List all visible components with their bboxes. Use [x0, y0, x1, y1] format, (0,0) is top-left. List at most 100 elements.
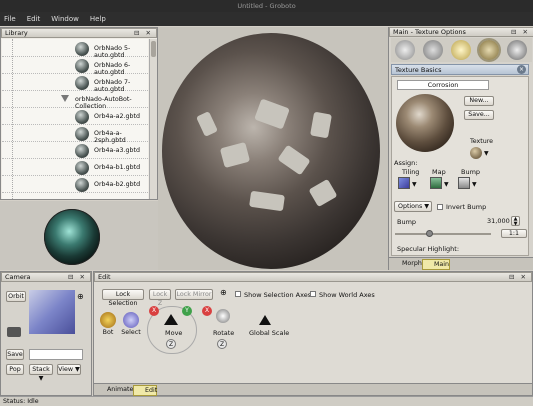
- library-preview: [0, 201, 158, 270]
- texture-panel-title: Main - Texture Options: [393, 28, 466, 36]
- move-label: Move: [165, 329, 183, 337]
- edit-header: Edit ⊟ ✕: [94, 272, 532, 282]
- global-scale-label: Global Scale: [249, 329, 290, 337]
- global-scale-icon[interactable]: [259, 315, 271, 325]
- viewport-3d[interactable]: [158, 27, 388, 270]
- menu-window[interactable]: Window: [51, 15, 79, 23]
- tab-morph[interactable]: Morph: [391, 259, 422, 270]
- panel-controls-icon[interactable]: ⊟ ✕: [509, 273, 528, 282]
- show-selection-axes-checkbox[interactable]: [235, 291, 241, 297]
- camera-save-field[interactable]: [29, 349, 83, 360]
- texture-basics-body: Corrosion New... Save... Texture ▼ Assig…: [391, 76, 529, 256]
- texture-type-icon-active[interactable]: [479, 40, 499, 60]
- bump-spinner[interactable]: ▲ ▼: [511, 216, 520, 227]
- library-item[interactable]: OrbNado 5-auto.gbtd: [2, 41, 148, 59]
- lock-selection-button[interactable]: Lock Selection: [102, 289, 144, 307]
- ratio-button[interactable]: 1:1: [501, 229, 527, 238]
- texture-type-icon-5[interactable]: [507, 40, 527, 60]
- camera-icon[interactable]: [7, 327, 21, 337]
- rotate-icon[interactable]: [216, 309, 230, 323]
- texture-type-icon-2[interactable]: [423, 40, 443, 60]
- zoom-icon[interactable]: ⊕: [77, 292, 84, 301]
- chevron-down-icon[interactable]: ▼: [444, 181, 449, 188]
- panel-controls-icon[interactable]: ⊟ ✕: [68, 273, 87, 282]
- library-item[interactable]: Orb4a-a-2sph.gbtd: [2, 126, 148, 144]
- camera-save-button[interactable]: Save: [6, 349, 24, 360]
- texture-basics-title: Texture Basics: [395, 66, 442, 74]
- move-arrow-icon[interactable]: [164, 314, 178, 325]
- move-z-axis[interactable]: Z: [166, 339, 176, 349]
- map-icon[interactable]: [430, 177, 442, 189]
- chevron-down-icon[interactable]: ▼: [412, 181, 417, 188]
- pop-button[interactable]: Pop: [6, 364, 24, 375]
- bot-tool[interactable]: Bot: [98, 312, 118, 336]
- lock-mirror-button[interactable]: Lock Mirror: [175, 289, 213, 300]
- library-item[interactable]: Orb4a-b2.gbtd: [2, 177, 148, 193]
- item-thumbnail: [75, 178, 89, 192]
- library-item[interactable]: Orb4a-b1.gbtd: [2, 160, 148, 176]
- select-tool[interactable]: Select: [121, 312, 141, 336]
- library-scrollbar[interactable]: [149, 39, 157, 199]
- library-item[interactable]: OrbNado 7-auto.gbtd: [2, 75, 148, 93]
- expand-triangle-icon[interactable]: [61, 95, 69, 102]
- texture-swatch-icon[interactable]: [470, 147, 482, 159]
- stack-dropdown[interactable]: Stack ▼: [29, 364, 53, 382]
- texture-panel: Main - Texture Options ⊟ ✕ Texture Basic…: [388, 27, 533, 270]
- menu-file[interactable]: File: [4, 15, 16, 23]
- tab-edit[interactable]: Edit: [133, 385, 157, 396]
- orb-gap: [310, 111, 332, 139]
- library-item[interactable]: OrbNado 6-auto.gbtd: [2, 58, 148, 76]
- scroll-thumb[interactable]: [151, 41, 156, 57]
- close-icon[interactable]: ×: [517, 65, 526, 74]
- move-y-axis[interactable]: Y: [182, 306, 192, 316]
- window-title: Untitled - Groboto: [0, 0, 533, 12]
- library-item[interactable]: Orb4a-a2.gbtd: [2, 109, 148, 125]
- library-header: Library ⊟ ✕: [1, 28, 157, 38]
- save-texture-button[interactable]: Save...: [464, 110, 494, 120]
- view-dropdown[interactable]: View ▼: [57, 364, 81, 375]
- panel-controls-icon[interactable]: ⊟ ✕: [134, 29, 153, 38]
- library-group[interactable]: orbNado-AutoBot-Collection: [2, 92, 148, 110]
- bump-slider-track[interactable]: [395, 233, 491, 235]
- texture-label: Texture: [470, 138, 494, 145]
- orbit-button[interactable]: Orbit: [6, 291, 26, 302]
- chevron-down-icon[interactable]: ▼: [472, 181, 477, 188]
- bump-icon[interactable]: [458, 177, 470, 189]
- edit-panel: Edit ⊟ ✕ Lock Selection Lock Z Lock Mirr…: [93, 271, 533, 396]
- bump-value[interactable]: 31,000: [487, 217, 510, 225]
- texture-type-icon-1[interactable]: [395, 40, 415, 60]
- tiling-icon[interactable]: [398, 177, 410, 189]
- zoom-icon[interactable]: ⊕: [220, 288, 227, 297]
- tab-main-label: Main: [434, 261, 450, 268]
- move-x-axis[interactable]: X: [149, 306, 159, 316]
- tab-animate[interactable]: Animate: [96, 385, 133, 396]
- lock-z-button[interactable]: Lock Z: [149, 289, 171, 307]
- camera-cube-icon[interactable]: [29, 290, 75, 334]
- options-dropdown[interactable]: Options ▼: [394, 201, 432, 212]
- menu-help[interactable]: Help: [90, 15, 106, 23]
- bump-slider-knob[interactable]: [425, 230, 433, 237]
- tab-main[interactable]: Main: [422, 259, 450, 270]
- panel-controls-icon[interactable]: ⊟ ✕: [511, 28, 530, 37]
- library-item[interactable]: Orb4a-a3.gbtd: [2, 143, 148, 159]
- invert-bump-checkbox[interactable]: [437, 204, 443, 210]
- orb-model[interactable]: [162, 33, 380, 269]
- orb-gap: [196, 111, 218, 137]
- rotate-x-axis[interactable]: X: [202, 306, 212, 316]
- library-item-label: Orb4a-a-2sph.gbtd: [94, 130, 126, 144]
- orb-gap: [308, 178, 338, 208]
- invert-bump-label: Invert Bump: [446, 203, 487, 211]
- rotate-z-axis[interactable]: Z: [217, 339, 227, 349]
- show-world-axes-checkbox[interactable]: [310, 291, 316, 297]
- menu-edit[interactable]: Edit: [27, 15, 41, 23]
- texture-basics-header[interactable]: Texture Basics ×: [391, 64, 529, 75]
- texture-name-field[interactable]: Corrosion: [397, 80, 489, 90]
- chevron-down-icon[interactable]: ▼: [484, 150, 489, 157]
- texture-preview-sphere: [396, 94, 454, 152]
- texture-panel-header: Main - Texture Options ⊟ ✕: [389, 27, 533, 37]
- options-label: Options: [398, 203, 423, 210]
- menu-bar: File Edit Window Help: [0, 12, 533, 26]
- texture-type-icon-3[interactable]: [451, 40, 471, 60]
- new-texture-button[interactable]: New...: [464, 96, 494, 106]
- texture-bottom-tabs: Morph Main: [389, 257, 533, 270]
